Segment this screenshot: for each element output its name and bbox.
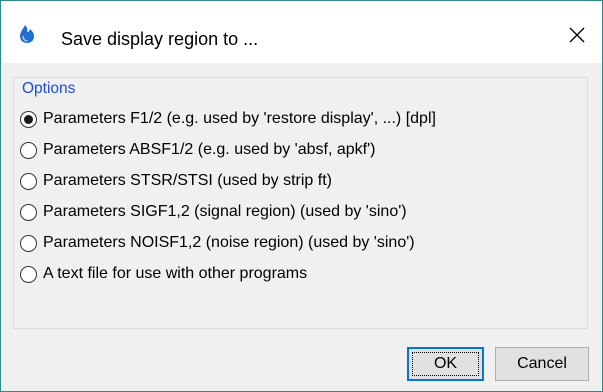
- radio-selected-dot: [24, 114, 33, 124]
- option-parameters-noisf12[interactable]: Parameters NOISF1,2 (noise region) (used…: [20, 230, 415, 256]
- option-parameters-f12[interactable]: Parameters F1/2 (e.g. used by 'restore d…: [20, 106, 436, 132]
- option-parameters-sigf12[interactable]: Parameters SIGF1,2 (signal region) (used…: [20, 199, 407, 225]
- radio-button[interactable]: [20, 110, 37, 128]
- option-label: Parameters STSR/STSI (used by strip ft): [43, 172, 332, 189]
- options-groupbox: Options Parameters F1/2 (e.g. used by 'r…: [13, 77, 588, 329]
- close-icon: [569, 27, 585, 43]
- focus-rectangle: [412, 352, 479, 376]
- title-bar[interactable]: Save display region to ...: [1, 1, 602, 63]
- option-text-file[interactable]: A text file for use with other programs: [20, 261, 307, 287]
- dialog-title: Save display region to ...: [61, 29, 259, 49]
- radio-button[interactable]: [20, 234, 37, 252]
- option-label: Parameters SIGF1,2 (signal region) (used…: [43, 203, 407, 220]
- close-button[interactable]: [557, 17, 597, 53]
- option-label: Parameters NOISF1,2 (noise region) (used…: [43, 234, 415, 251]
- cancel-label-rest: ancel: [528, 355, 567, 372]
- radio-button[interactable]: [20, 172, 37, 190]
- option-label: Parameters F1/2 (e.g. used by 'restore d…: [43, 110, 436, 127]
- dialog-window: Save display region to ... Options Param…: [0, 0, 603, 392]
- option-parameters-stsr-stsi[interactable]: Parameters STSR/STSI (used by strip ft): [20, 168, 332, 194]
- ok-button[interactable]: OK: [407, 347, 484, 381]
- radio-button[interactable]: [20, 203, 37, 221]
- cancel-accelerator: C: [517, 355, 529, 372]
- option-parameters-absf12[interactable]: Parameters ABSF1/2 (e.g. used by 'absf, …: [20, 137, 376, 163]
- dialog-body: Options Parameters F1/2 (e.g. used by 'r…: [1, 63, 602, 391]
- topspin-drop-icon: [20, 25, 34, 43]
- cancel-button[interactable]: Cancel: [495, 347, 589, 381]
- cancel-button-label: Cancel: [517, 355, 567, 373]
- option-label: Parameters ABSF1/2 (e.g. used by 'absf, …: [43, 141, 376, 158]
- radio-button[interactable]: [20, 265, 37, 283]
- radio-button[interactable]: [20, 141, 37, 159]
- option-label: A text file for use with other programs: [43, 265, 308, 282]
- options-group-title: Options: [22, 80, 76, 97]
